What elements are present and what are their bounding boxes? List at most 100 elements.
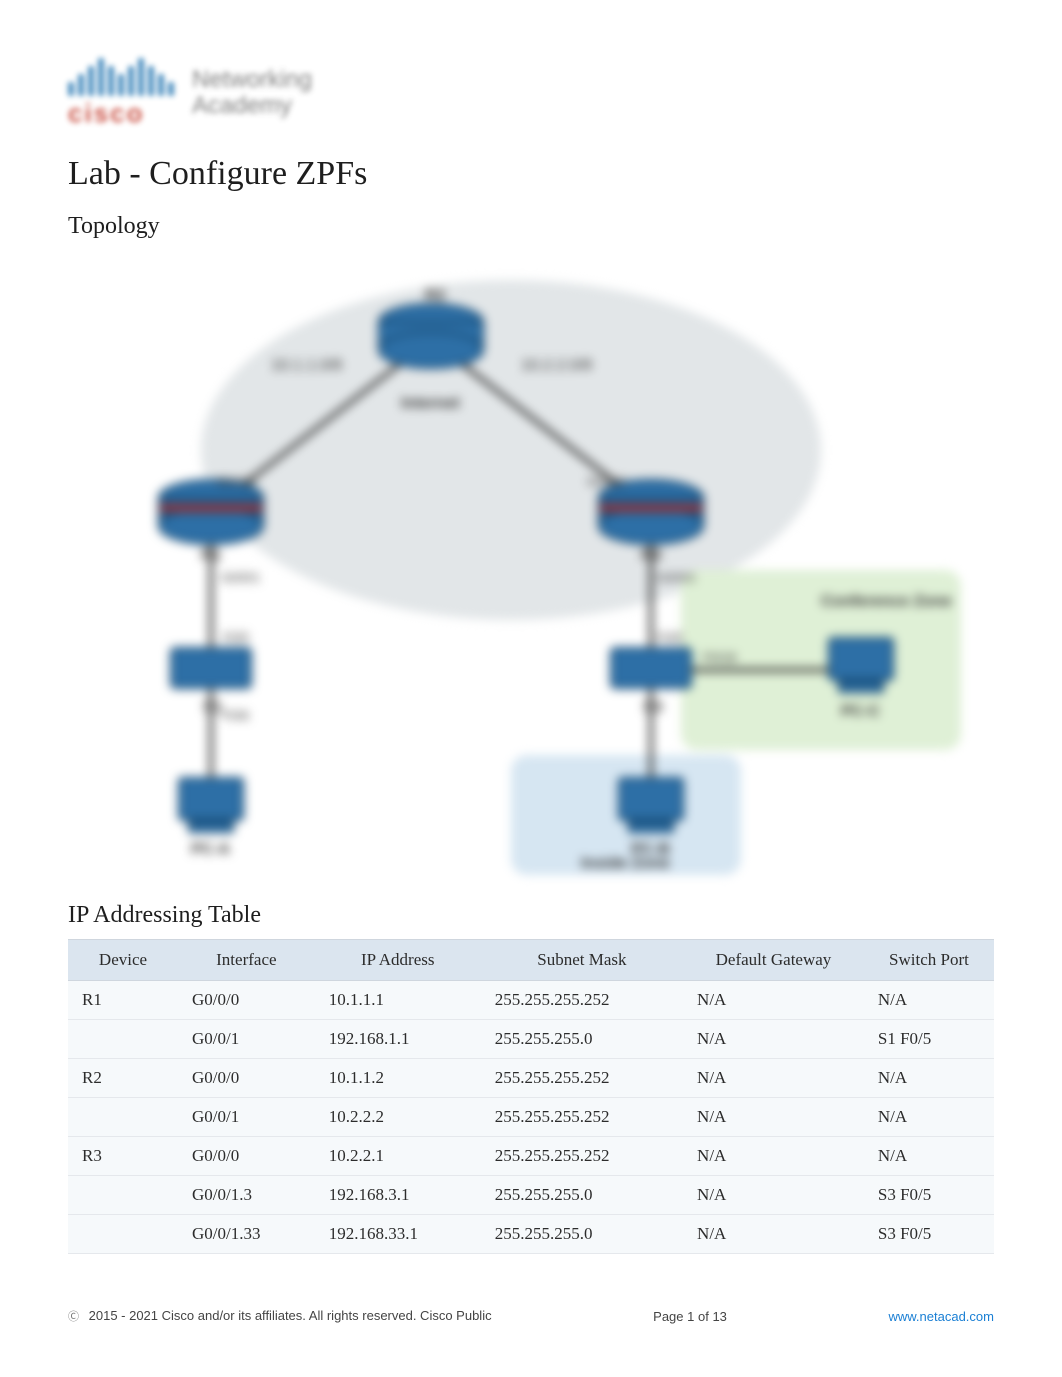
cell: 255.255.255.252	[481, 1059, 683, 1098]
cell: G0/0/1	[178, 1098, 315, 1137]
table-row: R3 G0/0/0 10.2.2.1 255.255.255.252 N/A N…	[68, 1137, 994, 1176]
cell: 10.2.2.1	[315, 1137, 481, 1176]
cell: 10.1.1.1	[315, 981, 481, 1020]
label-port: G0/0/1	[657, 570, 696, 585]
cell: N/A	[864, 1137, 994, 1176]
label-port: F0/5	[657, 630, 683, 645]
cell: 255.255.255.0	[481, 1215, 683, 1254]
cell	[68, 1215, 178, 1254]
cell: N/A	[683, 1059, 864, 1098]
cell	[68, 1098, 178, 1137]
cell: N/A	[683, 1137, 864, 1176]
cell: R3	[68, 1137, 178, 1176]
switch-icon	[171, 648, 251, 688]
copyright-icon: Ⓒ	[68, 1311, 79, 1323]
cell: N/A	[683, 1215, 864, 1254]
label-pc-c: PC-C	[841, 703, 881, 720]
label-port: F0/5	[223, 630, 249, 645]
page-of: of 13	[698, 1309, 727, 1324]
topology-diagram: Internet 10.1.1.0/8 10.2.2.0/8 R1 R2 R3 …	[68, 250, 994, 880]
table-row: G0/0/1.3 192.168.3.1 255.255.255.0 N/A S…	[68, 1176, 994, 1215]
label-link-2: 10.2.2.0/8	[521, 357, 592, 374]
router-icon	[159, 480, 263, 544]
section-ip-table: IP Addressing Table	[68, 902, 994, 929]
cell: R1	[68, 981, 178, 1020]
cell: G0/0/1.33	[178, 1215, 315, 1254]
cell: G0/0/1	[178, 1020, 315, 1059]
cell: 192.168.3.1	[315, 1176, 481, 1215]
label-pc-a: PC-A	[191, 841, 231, 858]
label-s1: S1	[203, 699, 223, 716]
cell: 255.255.255.0	[481, 1020, 683, 1059]
table-header-row: Device Interface IP Address Subnet Mask …	[68, 940, 994, 981]
cell: 192.168.33.1	[315, 1215, 481, 1254]
cell: G0/0/0	[178, 981, 315, 1020]
switch-icon	[611, 648, 691, 688]
label-inside-zone: Inside Zone	[581, 855, 670, 872]
cell: N/A	[864, 981, 994, 1020]
col-ip: IP Address	[315, 940, 481, 981]
footer-link[interactable]: www.netacad.com	[888, 1309, 994, 1324]
table-row: G0/0/1.33 192.168.33.1 255.255.255.0 N/A…	[68, 1215, 994, 1254]
logo-line-1: Networking	[192, 67, 312, 92]
label-r1: R1	[201, 547, 222, 564]
col-interface: Interface	[178, 940, 315, 981]
pc-icon	[619, 778, 683, 832]
cell: 255.255.255.252	[481, 1137, 683, 1176]
topology-svg: Internet 10.1.1.0/8 10.2.2.0/8 R1 R2 R3 …	[91, 250, 971, 880]
cell: G0/0/1.3	[178, 1176, 315, 1215]
label-r2: R2	[425, 287, 446, 304]
cell: 255.255.255.252	[481, 1098, 683, 1137]
cell: N/A	[864, 1098, 994, 1137]
table-row: R2 G0/0/0 10.1.1.2 255.255.255.252 N/A N…	[68, 1059, 994, 1098]
cell	[68, 1176, 178, 1215]
section-topology: Topology	[68, 213, 994, 240]
page-footer: Ⓒ 2015 - 2021 Cisco and/or its affiliate…	[68, 1308, 994, 1324]
label-r3: R3	[641, 547, 662, 564]
page-prefix: Page	[653, 1309, 687, 1324]
cell: 255.255.255.0	[481, 1176, 683, 1215]
label-link-1: 10.1.1.0/8	[271, 357, 342, 374]
cell: S3 F0/5	[864, 1176, 994, 1215]
label-conf-zone: Conference Zone	[821, 593, 952, 610]
footer-copyright: Ⓒ 2015 - 2021 Cisco and/or its affiliate…	[68, 1308, 492, 1324]
cell: G0/0/0	[178, 1059, 315, 1098]
table-row: G0/0/1 10.2.2.2 255.255.255.252 N/A N/A	[68, 1098, 994, 1137]
table-row: G0/0/1 192.168.1.1 255.255.255.0 N/A S1 …	[68, 1020, 994, 1059]
page-title: Lab - Configure ZPFs	[68, 155, 994, 193]
table-body: R1 G0/0/0 10.1.1.1 255.255.255.252 N/A N…	[68, 981, 994, 1254]
label-port: F0/6	[223, 708, 249, 723]
label-port: G0/0/0	[587, 474, 626, 489]
col-device: Device	[68, 940, 178, 981]
cell: 10.1.1.2	[315, 1059, 481, 1098]
cell: S3 F0/5	[864, 1215, 994, 1254]
col-mask: Subnet Mask	[481, 940, 683, 981]
label-port: F0/18	[703, 650, 736, 665]
label-port: G0/0/0	[217, 474, 256, 489]
cell: N/A	[683, 1176, 864, 1215]
copyright-text: 2015 - 2021 Cisco and/or its affiliates.…	[89, 1308, 492, 1323]
logo-line-2: Academy	[192, 93, 312, 118]
cell: N/A	[864, 1059, 994, 1098]
label-s3: S3	[643, 699, 663, 716]
ip-addressing-table: Device Interface IP Address Subnet Mask …	[68, 939, 994, 1254]
table-row: R1 G0/0/0 10.1.1.1 255.255.255.252 N/A N…	[68, 981, 994, 1020]
cell: 192.168.1.1	[315, 1020, 481, 1059]
col-gateway: Default Gateway	[683, 940, 864, 981]
footer-page: Page 1 of 13	[653, 1309, 727, 1324]
col-switchport: Switch Port	[864, 940, 994, 981]
cell: 255.255.255.252	[481, 981, 683, 1020]
page-number: 1	[687, 1309, 694, 1324]
cell: G0/0/0	[178, 1137, 315, 1176]
cisco-logo: cisco Networking Academy	[68, 56, 994, 129]
cell: 10.2.2.2	[315, 1098, 481, 1137]
cell: R2	[68, 1059, 178, 1098]
brand-name: cisco	[68, 98, 174, 129]
cell: N/A	[683, 981, 864, 1020]
router-icon	[379, 304, 483, 368]
cell: N/A	[683, 1020, 864, 1059]
cell	[68, 1020, 178, 1059]
label-internet: Internet	[401, 395, 460, 412]
cell: S1 F0/5	[864, 1020, 994, 1059]
cell: N/A	[683, 1098, 864, 1137]
